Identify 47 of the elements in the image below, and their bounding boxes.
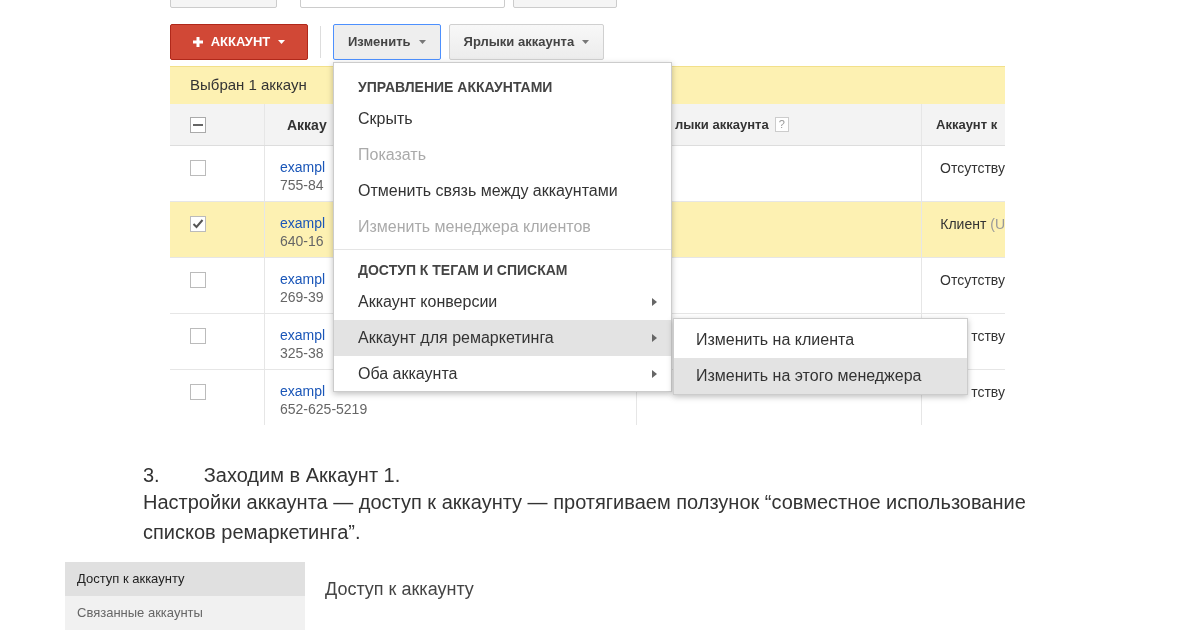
add-account-button[interactable]: АККАУНТ (170, 24, 308, 60)
sidebar-item[interactable]: Связанные аккаунты (65, 596, 305, 630)
account-id: 325-38 (280, 344, 324, 362)
account-id: 640-16 (280, 232, 324, 250)
account-type: тству (971, 383, 1005, 402)
column-header[interactable]: лыки аккаунта (675, 114, 769, 135)
menu-item[interactable]: Аккаунт для ремаркетинга (334, 320, 671, 356)
account-id: 755-84 (280, 176, 324, 194)
account-link[interactable]: exampl (280, 214, 326, 232)
chevron-right-icon (652, 298, 657, 306)
dropdown-button[interactable]: Ярлыки аккаунта (448, 24, 605, 60)
row-checkbox[interactable] (190, 384, 206, 400)
chevron-right-icon (652, 334, 657, 342)
row-checkbox[interactable] (190, 328, 206, 344)
submenu-item[interactable]: Изменить на клиента (674, 322, 967, 358)
select-all-checkbox[interactable] (190, 116, 206, 133)
plus-icon (192, 37, 203, 47)
step-text: Заходим в Аккаунт 1. (203, 463, 401, 487)
account-type: Отсутству (940, 159, 1005, 178)
sidebar-item[interactable]: Доступ к аккаунту (65, 562, 305, 596)
row-checkbox[interactable] (190, 272, 206, 288)
account-id: 652-625-5219 (280, 400, 368, 418)
account-link[interactable]: exampl (280, 382, 326, 400)
menu-section-heading: ДОСТУП К ТЕГАМ И СПИСКАМ (357, 260, 569, 280)
step-number: 3. (143, 463, 160, 487)
account-type: Клиент (U (940, 215, 1005, 234)
column-header[interactable]: Аккау (287, 115, 327, 134)
account-type: Отсутству (940, 271, 1005, 290)
dropdown-button[interactable]: Изменить (333, 24, 441, 60)
submenu-item[interactable]: Изменить на этого менеджера (674, 358, 967, 394)
row-checkbox[interactable] (190, 160, 206, 176)
account-type: тству (971, 327, 1005, 346)
account-id: 269-39 (280, 288, 324, 306)
account-link[interactable]: exampl (280, 158, 326, 176)
column-header[interactable]: Аккаунт к (936, 114, 998, 135)
caret-icon (278, 40, 286, 44)
caret-icon (418, 40, 426, 44)
caret-icon (582, 40, 590, 44)
chevron-right-icon (652, 370, 657, 378)
menu-item[interactable]: Аккаунт конверсии (334, 284, 671, 320)
account-link[interactable]: exampl (280, 326, 326, 344)
account-link[interactable]: exampl (280, 270, 326, 288)
row-checkbox[interactable] (190, 216, 206, 232)
instruction-paragraph: Настройки аккаунта — доступ к аккаунту — протягиваем ползунок “совместное использование списков ремаркетинга”. (143, 490, 1027, 545)
menu-section-heading: УПРАВЛЕНИЕ АККАУНТАМИ (357, 77, 554, 97)
menu-item[interactable]: Скрыть (334, 101, 671, 137)
page-title: Доступ к аккаунту (325, 578, 474, 601)
